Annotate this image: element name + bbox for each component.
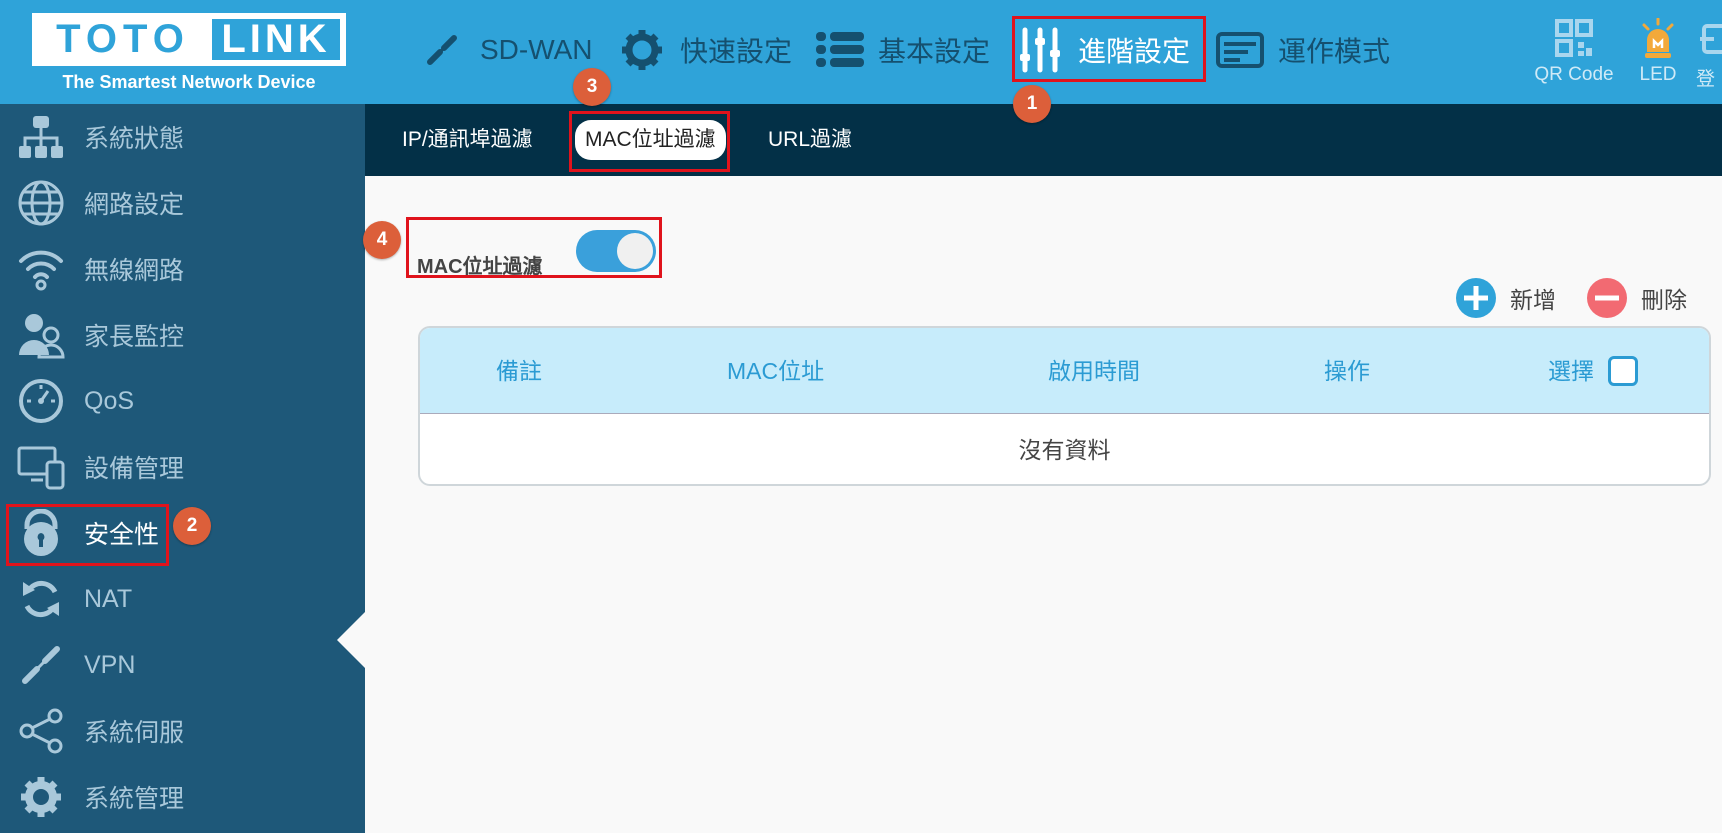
mac-filter-table: 備註 MAC位址 啟用時間 操作 選擇 沒有資料 [418, 326, 1711, 486]
topnav-label: 基本設定 [878, 36, 991, 67]
column-header-select: 選擇 [1548, 358, 1594, 384]
topnav-label: 運作模式 [1278, 36, 1391, 67]
column-header-mac-address: MAC位址 [727, 358, 825, 384]
sidebar-item-label: 設備管理 [84, 455, 185, 483]
sidebar: 系統狀態 網路設定 無線網路 家長監控 QoS 設備管理 安全性 NAT VPN… [0, 104, 365, 833]
wifi-icon [14, 242, 68, 296]
sidebar-item-label: 系統管理 [84, 785, 185, 813]
qr-code-icon [1522, 18, 1626, 64]
refresh-icon [14, 572, 68, 626]
sidebar-item-vpn[interactable]: VPN [0, 632, 365, 698]
sidebar-item-label: 系統伺服 [84, 719, 185, 747]
step-badge-3: 3 [573, 68, 611, 106]
step-badge-2: 2 [173, 507, 211, 545]
tab-ip-port-filter[interactable]: IP/通訊埠過濾 [392, 120, 543, 160]
qr-code-button[interactable]: QR Code [1522, 18, 1626, 86]
share-icon [14, 704, 68, 758]
led-button[interactable]: LED [1628, 17, 1688, 86]
topnav-sd-wan[interactable]: SD-WAN [418, 0, 593, 100]
sidebar-item-system-management[interactable]: 系統管理 [0, 764, 365, 830]
sidebar-item-label: NAT [84, 584, 133, 613]
top-header: TOTO LINK The Smartest Network Device SD… [0, 0, 1722, 104]
highlight-mac-filter-tab [569, 111, 730, 172]
logo-link-text: LINK [212, 19, 340, 60]
qr-code-label: QR Code [1534, 64, 1614, 85]
step-badge-1: 1 [1013, 85, 1051, 123]
column-header-note: 備註 [496, 358, 542, 384]
active-indicator-arrow [337, 612, 365, 668]
sidebar-item-label: 網路設定 [84, 191, 185, 219]
gear-icon [618, 26, 666, 74]
led-label: LED [1639, 64, 1677, 85]
logo-toto-text: TOTO [38, 19, 208, 60]
brand-tagline: The Smartest Network Device [62, 72, 316, 92]
router-icon [1216, 26, 1264, 74]
minus-icon [1587, 278, 1627, 318]
sidebar-item-label: 系統狀態 [84, 125, 185, 153]
sidebar-item-qos[interactable]: QoS [0, 368, 365, 434]
table-header: 備註 MAC位址 啟用時間 操作 選擇 [420, 328, 1709, 414]
sidebar-item-network-settings[interactable]: 網路設定 [0, 170, 365, 236]
chain-icon [14, 638, 68, 692]
login-button[interactable]: 登 [1696, 18, 1722, 91]
sidebar-item-label: 家長監控 [84, 323, 185, 351]
add-label: 新增 [1510, 287, 1556, 313]
sidebar-item-wireless[interactable]: 無線網路 [0, 236, 365, 302]
plus-icon [1456, 278, 1496, 318]
login-label: 登 [1696, 69, 1716, 90]
brand-logo[interactable]: TOTO LINK [32, 13, 346, 66]
topnav-basic-setup[interactable]: 基本設定 [816, 0, 990, 100]
parental-icon [14, 308, 68, 362]
sidebar-item-label: 無線網路 [84, 257, 185, 285]
sidebar-item-system-status[interactable]: 系統狀態 [0, 104, 365, 170]
globe-icon [14, 176, 68, 230]
sidebar-item-system-server[interactable]: 系統伺服 [0, 698, 365, 764]
column-header-operation: 操作 [1324, 358, 1370, 384]
sidebar-item-device-management[interactable]: 設備管理 [0, 434, 365, 500]
select-all-checkbox[interactable] [1608, 356, 1638, 386]
gauge-icon [14, 374, 68, 428]
step-badge-4: 4 [363, 221, 401, 259]
delete-button[interactable]: 刪除 [1587, 276, 1687, 320]
list-icon [816, 26, 864, 74]
devices-icon [14, 440, 68, 494]
empty-table-message: 沒有資料 [1018, 437, 1111, 463]
topnav-operation-mode[interactable]: 運作模式 [1216, 0, 1390, 100]
highlight-mac-filter-toggle [406, 217, 662, 278]
sidebar-item-nat[interactable]: NAT [0, 566, 365, 632]
login-icon [1696, 18, 1722, 64]
sidebar-item-label: VPN [84, 650, 136, 679]
column-header-enable-time: 啟用時間 [1048, 358, 1140, 384]
settings-icon [14, 770, 68, 824]
led-bulb-icon [1628, 17, 1688, 64]
add-button[interactable]: 新增 [1456, 276, 1556, 320]
link-icon [418, 26, 466, 74]
topnav-quick-setup[interactable]: 快速設定 [618, 0, 792, 100]
highlight-security [6, 504, 169, 566]
delete-label: 刪除 [1641, 287, 1687, 313]
topnav-label: 快速設定 [680, 36, 793, 67]
network-status-icon [14, 110, 68, 164]
tab-url-filter[interactable]: URL過濾 [758, 120, 862, 160]
topnav-label: SD-WAN [480, 34, 593, 65]
highlight-advanced-setup [1012, 16, 1206, 82]
sidebar-item-label: QoS [84, 386, 135, 415]
sidebar-item-parental-control[interactable]: 家長監控 [0, 302, 365, 368]
